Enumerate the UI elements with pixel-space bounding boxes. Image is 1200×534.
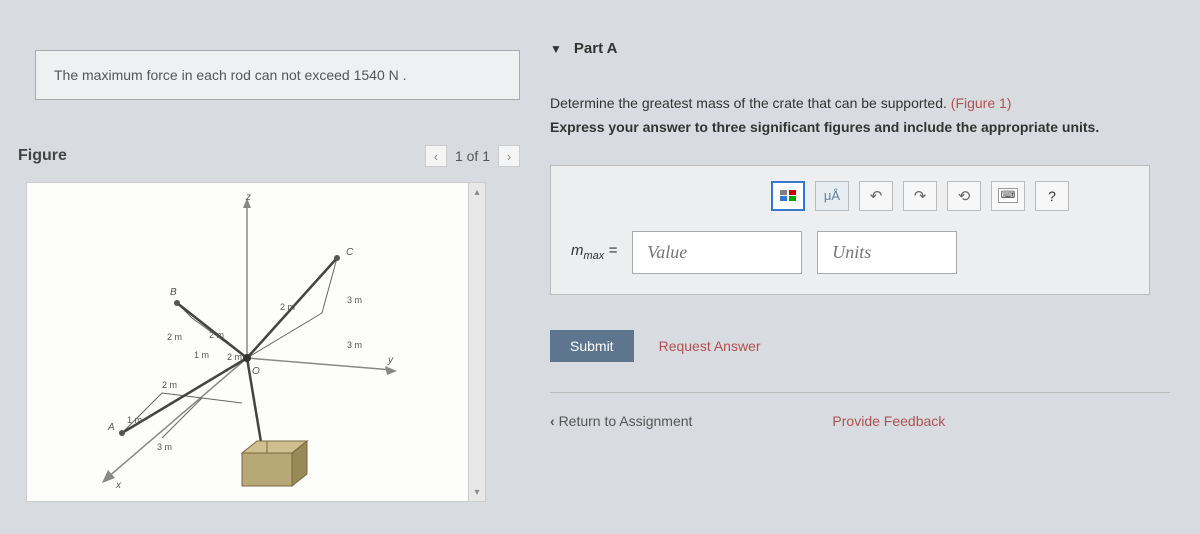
keyboard-icon: ⌨ [998,188,1018,203]
submit-button[interactable]: Submit [550,330,634,362]
redo-button[interactable]: ↷ [903,181,937,211]
answer-toolbar: μÅ ↶ ↷ ⟲ ⌨ ? [571,181,1129,211]
svg-text:2 m: 2 m [280,302,295,312]
instruction-line2: Express your answer to three significant… [550,116,1190,140]
svg-text:3 m: 3 m [347,340,362,350]
svg-text:z: z [245,192,251,203]
instruction-line1: Determine the greatest mass of the crate… [550,95,951,111]
svg-text:A: A [107,422,115,433]
instructions: Determine the greatest mass of the crate… [550,92,1190,140]
templates-button[interactable] [771,181,805,211]
reset-button[interactable]: ⟲ [947,181,981,211]
keyboard-button[interactable]: ⌨ [991,181,1025,211]
scroll-down-icon[interactable]: ▾ [471,485,483,499]
request-answer-link[interactable]: Request Answer [659,338,761,354]
help-button[interactable]: ? [1035,181,1069,211]
units-input[interactable] [817,231,957,274]
figure-link[interactable]: (Figure 1) [951,95,1012,111]
figure-pager: ‹ 1 of 1 › [425,145,520,167]
undo-icon: ↶ [870,187,883,205]
return-link[interactable]: ‹ Return to Assignment [550,413,692,429]
chevron-left-icon: ‹ [550,413,559,429]
variable-label: mmax = [571,242,617,262]
part-title: Part A [574,40,618,57]
svg-text:3 m: 3 m [347,295,362,305]
svg-text:1 m: 1 m [127,415,142,425]
undo-button[interactable]: ↶ [859,181,893,211]
svg-text:2 m: 2 m [209,330,224,340]
pager-prev-button[interactable]: ‹ [425,145,447,167]
pager-text: 1 of 1 [455,148,490,164]
feedback-link[interactable]: Provide Feedback [832,413,945,429]
symbols-button[interactable]: μÅ [815,181,849,211]
templates-icon [780,190,796,201]
problem-statement: The maximum force in each rod can not ex… [35,50,520,100]
svg-text:3 m: 3 m [157,442,172,452]
answer-panel: μÅ ↶ ↷ ⟲ ⌨ ? mmax = [550,165,1150,295]
scroll-up-icon[interactable]: ▴ [471,185,483,199]
figure-title: Figure [18,147,67,165]
pager-next-button[interactable]: › [498,145,520,167]
svg-text:C: C [346,247,354,258]
right-column: ▼ Part A Determine the greatest mass of … [550,15,1190,534]
figure-viewport: ▴ ▾ [26,182,486,502]
reset-icon: ⟲ [958,187,971,205]
value-input[interactable] [632,231,802,274]
collapse-icon[interactable]: ▼ [550,42,562,56]
left-column: The maximum force in each rod can not ex… [10,15,520,534]
svg-text:B: B [170,287,177,298]
svg-text:2 m: 2 m [162,380,177,390]
svg-text:2 m: 2 m [227,352,242,362]
svg-text:O: O [252,366,260,377]
redo-icon: ↷ [914,187,927,205]
svg-text:x: x [115,480,122,488]
figure-diagram: C B A O z y x 3 m 2 m 3 m 2 m 2 m 1 m 2 … [72,188,422,488]
svg-text:1 m: 1 m [194,350,209,360]
svg-text:y: y [387,355,394,366]
svg-text:2 m: 2 m [167,332,182,342]
